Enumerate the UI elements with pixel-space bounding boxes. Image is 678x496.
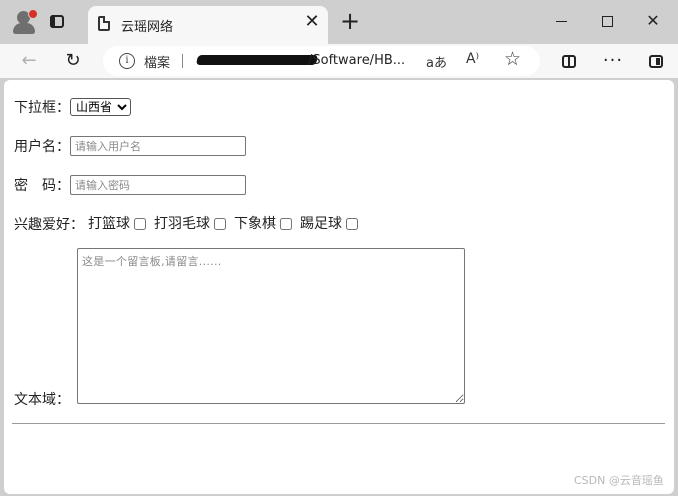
minimize-button[interactable] [546, 8, 576, 34]
hobby-basketball-label: 打篮球 [88, 216, 130, 232]
hobby-chess-label: 下象棋 [234, 216, 276, 232]
hobby-basketball-checkbox[interactable] [134, 218, 146, 230]
immersive-reader-icon[interactable]: A⁾ [466, 51, 479, 67]
site-info-label: 檔案 [144, 56, 171, 71]
hobbies-row: 兴趣爱好： 打篮球 打羽毛球 下象棋 踢足球 [14, 213, 360, 234]
hobby-football-checkbox[interactable] [346, 218, 358, 230]
profile-avatar-icon[interactable] [10, 8, 38, 36]
password-input[interactable] [70, 175, 246, 195]
favorite-star-icon[interactable]: ☆ [504, 48, 521, 70]
browser-tab-active[interactable]: 云瑶网络 ✕ [88, 6, 328, 44]
window-close-button[interactable]: ✕ [638, 8, 668, 34]
hobbies-label: 兴趣爱好： [14, 217, 84, 233]
username-row: 用户名： [14, 136, 246, 156]
province-select[interactable]: 山西省 [70, 98, 131, 116]
hobby-football-label: 踢足球 [300, 216, 342, 232]
redacted-url-segment [195, 55, 319, 65]
new-tab-button[interactable]: + [338, 9, 362, 34]
tab-close-icon[interactable]: ✕ [302, 12, 322, 32]
textarea-label: 文本域： [14, 392, 70, 408]
info-icon[interactable]: i [119, 53, 135, 69]
page-icon [98, 16, 110, 31]
url-text: /Software/HB... [308, 53, 406, 68]
message-textarea[interactable] [77, 248, 465, 404]
select-row: 下拉框： 山西省 [14, 97, 131, 117]
horizontal-rule [12, 423, 665, 424]
select-label: 下拉框： [14, 100, 70, 116]
browser-toolbar: ← ↻ i 檔案 /Software/HB... aあ A⁾ ☆ ··· [0, 44, 678, 78]
hobby-badminton-checkbox[interactable] [214, 218, 226, 230]
password-label: 密 码： [14, 178, 70, 194]
username-label: 用户名： [14, 139, 70, 155]
csdn-watermark: CSDN @云音瑶鱼 [574, 474, 664, 487]
password-row: 密 码： [14, 175, 246, 195]
hobby-badminton-label: 打羽毛球 [154, 216, 210, 232]
username-input[interactable] [70, 136, 246, 156]
page-viewport: 下拉框：山西省 用户名： 密 码： 兴趣爱好：打篮球 打羽毛球 下象棋 踢足球 文本域… [4, 80, 674, 494]
reload-icon[interactable]: ↻ [61, 49, 85, 73]
split-screen-icon[interactable] [557, 49, 581, 73]
notification-dot [28, 9, 38, 19]
tab-strip: 云瑶网络 ✕ + ✕ [0, 0, 678, 44]
address-separator [182, 54, 183, 68]
read-aloud-icon[interactable]: aあ [426, 52, 447, 71]
sidebar-toggle-icon[interactable] [644, 49, 668, 73]
hobby-chess-checkbox[interactable] [280, 218, 292, 230]
maximize-button[interactable] [592, 8, 622, 34]
tab-title: 云瑶网络 [121, 20, 174, 35]
tab-actions-icon[interactable] [48, 12, 68, 32]
more-menu-icon[interactable]: ··· [601, 49, 625, 73]
back-arrow-icon[interactable]: ← [17, 49, 41, 73]
address-bar[interactable]: i 檔案 /Software/HB... aあ A⁾ ☆ [103, 46, 540, 76]
